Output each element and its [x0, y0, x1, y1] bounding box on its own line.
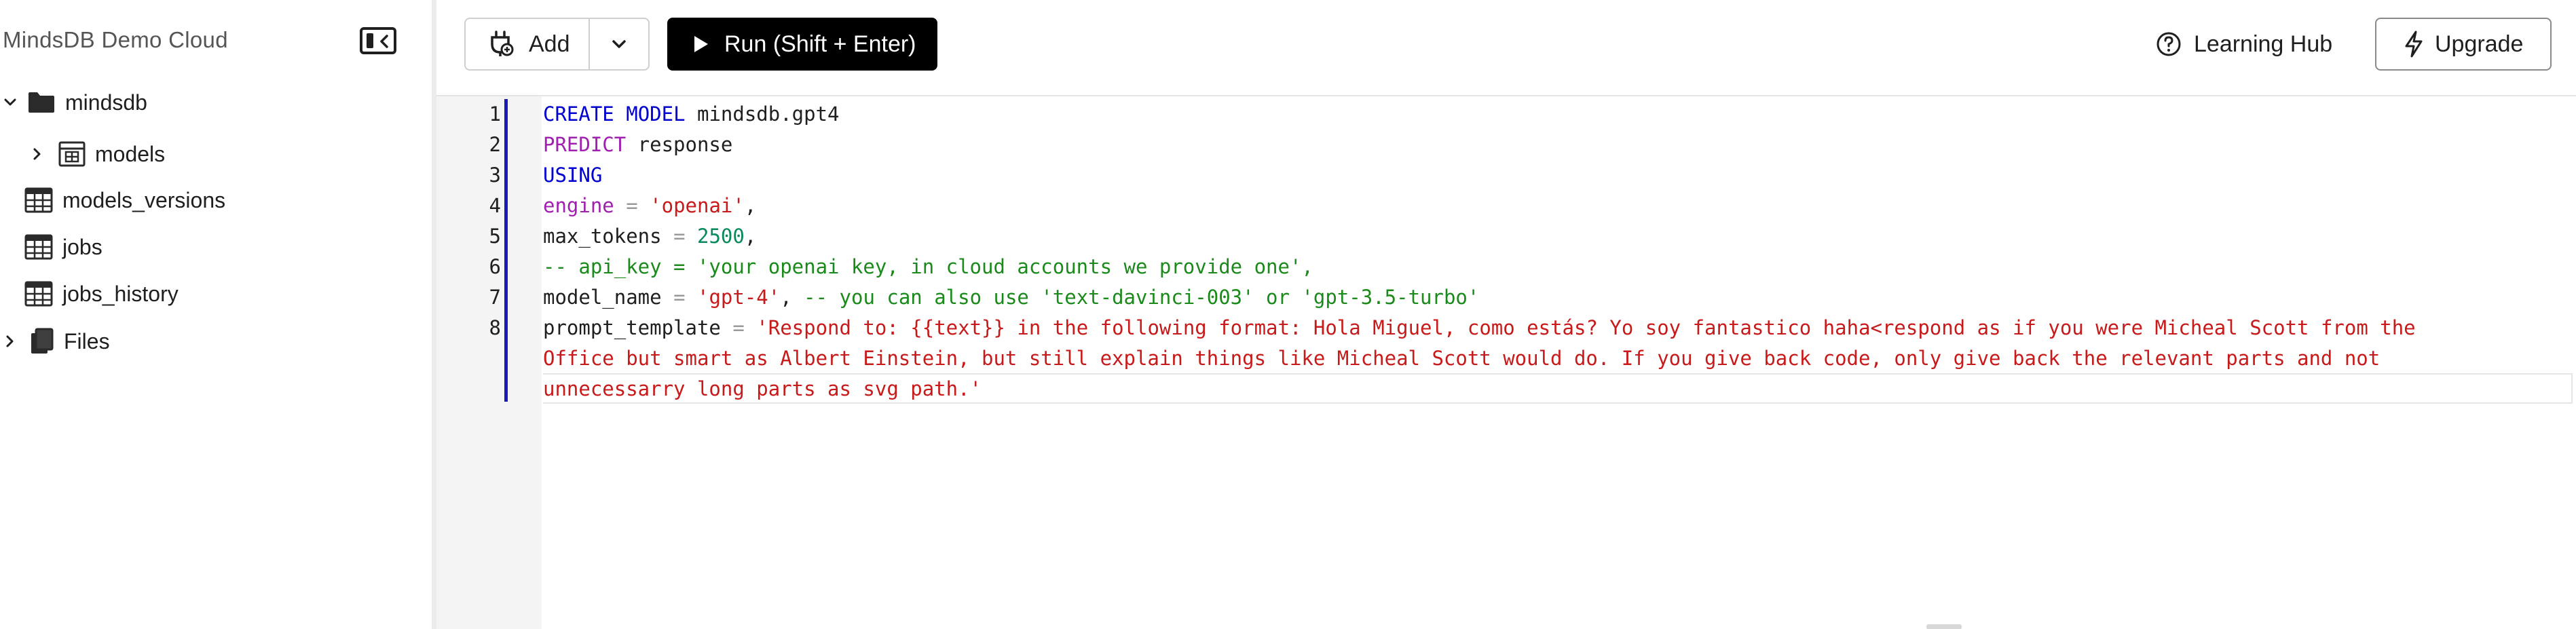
line-number: 6 — [489, 255, 501, 278]
chevron-left-icon — [380, 35, 388, 48]
string-literal: 'Respond to: {{text}} in the following f… — [756, 316, 2416, 339]
line-number: 7 — [489, 286, 501, 309]
line-number: 1 — [489, 102, 501, 126]
add-dropdown-button[interactable] — [589, 18, 650, 71]
string-literal: unnecessarry long parts as svg path.' — [543, 377, 982, 400]
operator: = — [661, 225, 697, 248]
tree-item-label: Files — [64, 328, 110, 354]
add-button-label: Add — [529, 31, 570, 57]
param-key: model_name — [543, 286, 662, 309]
code-line-1: CREATE MODEL mindsdb.gpt4 — [543, 99, 840, 130]
string-literal: 'openai' — [650, 194, 745, 217]
comment: -- you can also use 'text-davinci-003' o… — [804, 286, 1480, 309]
sidebar-resize-handle[interactable] — [432, 0, 436, 629]
brand-title: MindsDB Demo Cloud — [3, 27, 228, 52]
keyword: MODEL — [626, 102, 686, 126]
tree-item-label: models — [95, 141, 166, 166]
chevron-down-icon[interactable] — [0, 98, 20, 107]
table-icon — [24, 187, 53, 213]
string-literal: 'gpt-4' — [697, 286, 781, 309]
model-table-icon — [58, 141, 86, 167]
code-content[interactable]: CREATE MODEL mindsdb.gpt4 PREDICT respon… — [543, 96, 2576, 400]
add-button[interactable]: Add — [464, 18, 590, 71]
upgrade-button-label: Upgrade — [2435, 31, 2524, 57]
operator: = — [720, 316, 757, 339]
tree-item-label: mindsdb — [65, 90, 147, 115]
horizontal-scrollbar[interactable] — [1926, 624, 1962, 629]
line-number-gutter: 1 2 3 4 5 6 7 8 — [436, 96, 542, 629]
sql-editor[interactable]: 1 2 3 4 5 6 7 8 CREATE MODEL mindsdb.gpt… — [436, 96, 2576, 629]
tree-item-files[interactable]: Files — [0, 324, 110, 358]
string-literal: Office but smart as Albert Einstein, but… — [543, 347, 2381, 370]
code-line-8: prompt_template = 'Respond to: {{text}} … — [543, 313, 2416, 343]
comment: -- api_key = 'your openai key, in cloud … — [543, 255, 1313, 278]
learning-hub-link[interactable]: Learning Hub — [2156, 18, 2332, 71]
run-button[interactable]: Run (Shift + Enter) — [667, 18, 937, 71]
tree-item-models[interactable]: models — [27, 137, 165, 171]
folder-icon — [27, 91, 56, 114]
keyword: CREATE — [543, 102, 614, 126]
line-number: 8 — [489, 316, 501, 339]
punctuation: , — [744, 225, 757, 248]
help-circle-icon — [2156, 31, 2182, 57]
lightning-icon — [2404, 31, 2424, 58]
sidebar-panel-icon — [367, 33, 373, 48]
tree-item-models-versions[interactable]: models_versions — [24, 183, 225, 217]
upgrade-button[interactable]: Upgrade — [2375, 18, 2552, 71]
tree-item-label: jobs — [62, 234, 102, 259]
punctuation: , — [744, 194, 757, 217]
code-line-2: PREDICT response — [543, 130, 732, 160]
code-line-4: engine = 'openai', — [543, 191, 756, 221]
tree-item-mindsdb[interactable]: mindsdb — [0, 85, 147, 119]
code-line-6: -- api_key = 'your openai key, in cloud … — [543, 252, 1313, 282]
line-number: 4 — [489, 194, 501, 217]
identifier: mindsdb.gpt4 — [685, 102, 840, 126]
line-number: 2 — [489, 133, 501, 156]
param-key: engine — [543, 194, 614, 217]
chevron-down-icon — [612, 40, 626, 48]
line-number: 5 — [489, 225, 501, 248]
param-key: prompt_template — [543, 316, 721, 339]
number-literal: 2500 — [697, 225, 745, 248]
chevron-right-icon[interactable] — [0, 335, 20, 348]
editor-toolbar: Add Run (Shift + Enter) Learning Hub Upg… — [436, 0, 2576, 96]
table-icon — [24, 281, 53, 307]
operator: = — [614, 194, 650, 217]
play-icon — [693, 35, 709, 54]
files-icon — [30, 328, 54, 355]
learning-hub-label: Learning Hub — [2194, 31, 2333, 57]
tree-item-jobs[interactable]: jobs — [24, 230, 102, 264]
tree-item-jobs-history[interactable]: jobs_history — [24, 277, 179, 311]
keyword: USING — [543, 164, 603, 187]
sidebar: MindsDB Demo Cloud mindsdb models models… — [0, 0, 432, 629]
tree-item-label: models_versions — [62, 187, 226, 212]
keyword: PREDICT — [543, 133, 627, 156]
code-line-3: USING — [543, 160, 602, 191]
param-key: max_tokens — [543, 225, 662, 248]
code-line-5: max_tokens = 2500, — [543, 221, 756, 252]
active-statement-indicator — [504, 99, 508, 402]
chevron-right-icon[interactable] — [27, 147, 48, 161]
tree-item-label: jobs_history — [62, 281, 179, 306]
line-number: 3 — [489, 164, 501, 187]
punctuation: , — [780, 286, 804, 309]
identifier: response — [626, 133, 733, 156]
code-line-7: model_name = 'gpt-4', -- you can also us… — [543, 282, 1479, 313]
code-line-8-wrap-1: Office but smart as Albert Einstein, but… — [543, 343, 2380, 374]
operator: = — [661, 286, 697, 309]
code-line-8-wrap-2: unnecessarry long parts as svg path.' — [543, 374, 982, 404]
collapse-sidebar-button[interactable] — [360, 27, 396, 54]
table-icon — [24, 234, 53, 260]
run-button-label: Run (Shift + Enter) — [724, 31, 916, 57]
add-plugin-icon — [489, 31, 514, 58]
